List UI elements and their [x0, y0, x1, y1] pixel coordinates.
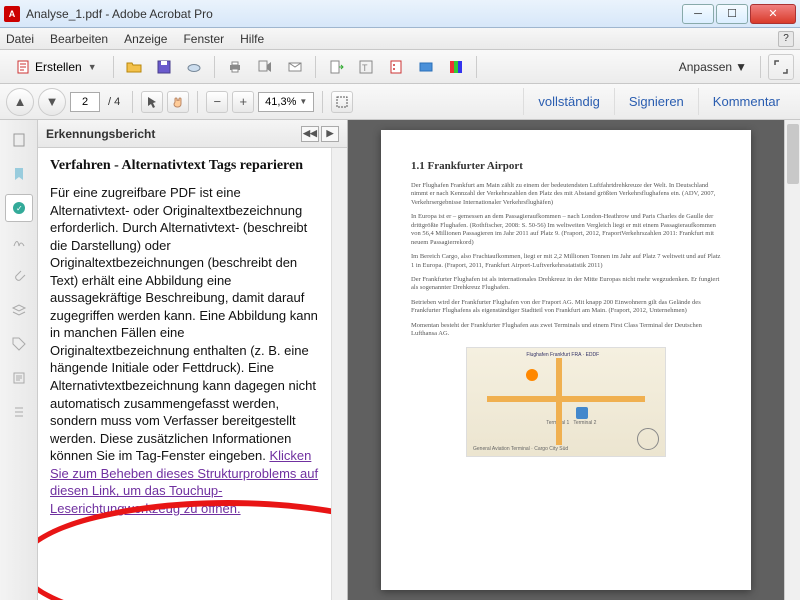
signatures-icon[interactable]: [5, 228, 33, 256]
panel-title: Erkennungsbericht: [46, 127, 155, 141]
panel-text: Für eine zugreifbare PDF ist eine Altern…: [50, 185, 318, 463]
panel-heading: Verfahren - Alternativtext Tags reparier…: [50, 158, 319, 174]
customize-button[interactable]: Anpassen ▼: [673, 60, 753, 74]
zoom-level-select[interactable]: 41,3% ▼: [258, 92, 314, 112]
marquee-zoom-button[interactable]: [331, 91, 353, 113]
pdf-page: 1.1 Frankfurter Airport Der Flughafen Fr…: [381, 130, 751, 590]
app-icon: A: [4, 6, 20, 22]
bookmarks-icon[interactable]: [5, 160, 33, 188]
document-viewport[interactable]: 1.1 Frankfurter Airport Der Flughafen Fr…: [348, 120, 784, 600]
sign-link[interactable]: Signieren: [614, 88, 698, 115]
doc-heading: 1.1 Frankfurter Airport: [411, 160, 721, 172]
zoom-in-button[interactable]: +: [232, 91, 254, 113]
print-button[interactable]: [222, 54, 248, 80]
layers-icon[interactable]: [5, 296, 33, 324]
color-button[interactable]: [443, 54, 469, 80]
accessibility-report-icon[interactable]: ✓: [5, 194, 33, 222]
help-icon[interactable]: ?: [778, 31, 794, 47]
svg-text:T: T: [362, 63, 368, 73]
thumbnails-icon[interactable]: [5, 126, 33, 154]
dropdown-arrow-icon: ▼: [299, 97, 307, 106]
panel-prev-button[interactable]: ◀◀: [301, 126, 319, 142]
create-label: Erstellen: [35, 60, 82, 74]
menu-bar: Datei Bearbeiten Anzeige Fenster Hilfe ?: [0, 28, 800, 50]
content-icon[interactable]: [5, 364, 33, 392]
minimize-button[interactable]: ─: [682, 4, 714, 24]
email-button[interactable]: [282, 54, 308, 80]
document-scrollbar[interactable]: [784, 120, 800, 600]
menu-help[interactable]: Hilfe: [240, 32, 264, 46]
scrollbar-thumb[interactable]: [787, 124, 799, 184]
customize-label: Anpassen: [679, 60, 732, 74]
attachments-icon[interactable]: [5, 262, 33, 290]
airport-map-figure: General Aviation Terminal · Cargo City S…: [466, 347, 666, 457]
main-toolbar: Erstellen ▼ T Anpassen ▼: [0, 50, 800, 84]
side-rail: ✓: [0, 120, 38, 600]
ocr-button[interactable]: T: [353, 54, 379, 80]
window-title: Analyse_1.pdf - Adobe Acrobat Pro: [26, 7, 680, 21]
dropdown-arrow-icon: ▼: [735, 60, 747, 74]
navigation-toolbar: ▲ ▼ / 4 − + 41,3% ▼ vollständig Signiere…: [0, 84, 800, 120]
menu-window[interactable]: Fenster: [183, 32, 224, 46]
close-button[interactable]: ✕: [750, 4, 796, 24]
menu-edit[interactable]: Bearbeiten: [50, 32, 108, 46]
save-button[interactable]: [151, 54, 177, 80]
dropdown-arrow-icon: ▼: [88, 62, 97, 72]
page-number-input[interactable]: [70, 92, 100, 112]
menu-view[interactable]: Anzeige: [124, 32, 167, 46]
page-total-label: / 4: [108, 96, 120, 108]
page-up-button[interactable]: ▲: [6, 88, 34, 116]
maximize-button[interactable]: ☐: [716, 4, 748, 24]
comment-link[interactable]: Kommentar: [698, 88, 794, 115]
hand-tool-button[interactable]: [167, 91, 189, 113]
doc-paragraph: Momentan besteht der Frankfurter Flughaf…: [411, 322, 721, 339]
page-down-button[interactable]: ▼: [38, 88, 66, 116]
fullscreen-button[interactable]: [768, 54, 794, 80]
panel-body: Verfahren - Alternativtext Tags reparier…: [38, 148, 331, 600]
window-titlebar: A Analyse_1.pdf - Adobe Acrobat Pro ─ ☐ …: [0, 0, 800, 28]
export-button[interactable]: [323, 54, 349, 80]
zoom-out-button[interactable]: −: [206, 91, 228, 113]
share-button[interactable]: [252, 54, 278, 80]
cloud-button[interactable]: [181, 54, 207, 80]
doc-paragraph: Im Bereich Cargo, also Frachtaufkommen, …: [411, 253, 721, 270]
zoom-value: 41,3%: [265, 96, 296, 108]
open-button[interactable]: [121, 54, 147, 80]
tools-link[interactable]: vollständig: [523, 88, 613, 115]
doc-paragraph: Betrieben wird der Frankfurter Flughafen…: [411, 299, 721, 316]
order-icon[interactable]: [5, 398, 33, 426]
menu-file[interactable]: Datei: [6, 32, 34, 46]
select-tool-button[interactable]: [141, 91, 163, 113]
panel-next-button[interactable]: ▶: [321, 126, 339, 142]
multimedia-button[interactable]: [413, 54, 439, 80]
panel-header: Erkennungsbericht ◀◀ ▶: [38, 120, 347, 148]
doc-paragraph: In Europa ist er – gemessen an dem Passa…: [411, 213, 721, 247]
panel-scrollbar[interactable]: [331, 148, 347, 600]
tags-icon[interactable]: [5, 330, 33, 358]
doc-paragraph: Der Frankfurter Flughafen ist als intern…: [411, 276, 721, 293]
main-area: ✓ Erkennungsbericht ◀◀ ▶ Verfahren - Alt…: [0, 120, 800, 600]
recognition-report-panel: Erkennungsbericht ◀◀ ▶ Verfahren - Alter…: [38, 120, 348, 600]
form-button[interactable]: [383, 54, 409, 80]
doc-paragraph: Der Flughafen Frankfurt am Main zählt zu…: [411, 182, 721, 207]
svg-text:✓: ✓: [16, 204, 23, 213]
create-button[interactable]: Erstellen ▼: [6, 54, 106, 80]
